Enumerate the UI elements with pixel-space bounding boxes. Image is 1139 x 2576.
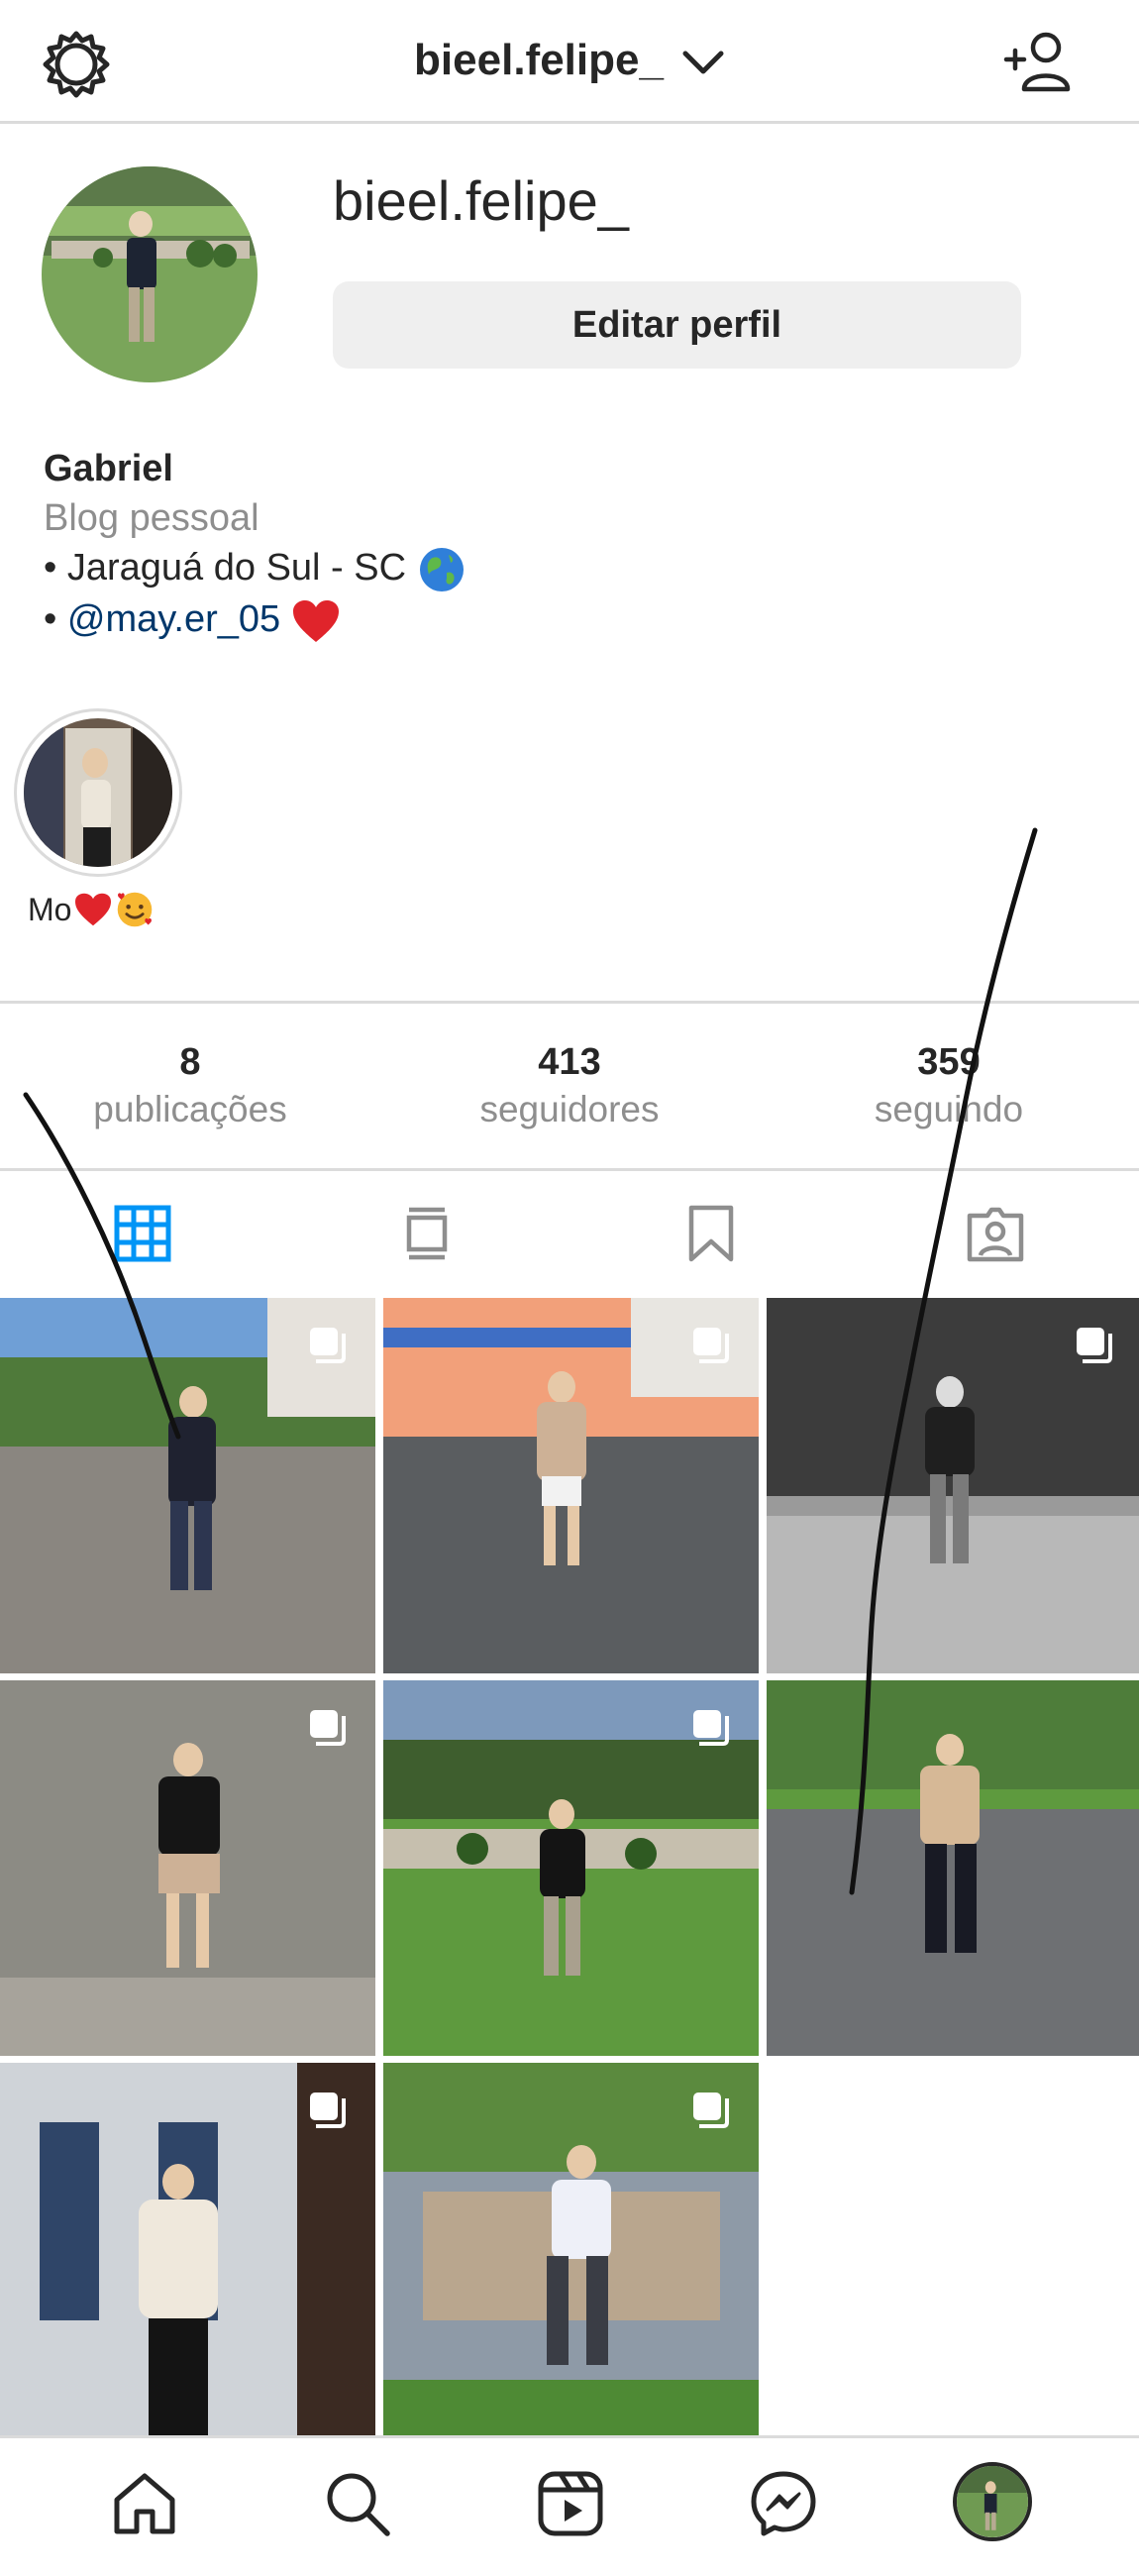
profile-avatar-tab[interactable]: [953, 2462, 1032, 2541]
story-highlight-label: Mo: [28, 890, 155, 929]
multi-photo-icon: [693, 1328, 729, 1363]
post-thumbnail-7[interactable]: [0, 2063, 375, 2438]
stat-followers[interactable]: 413 seguidores: [421, 1039, 718, 1134]
post-thumbnail-4[interactable]: [0, 1680, 375, 2056]
profile-tabs: [0, 1171, 1139, 1296]
post-thumbnail-5[interactable]: [383, 1680, 759, 2056]
bio: Gabriel Blog pessoal • Jaraguá do Sul - …: [44, 444, 1113, 644]
profile-avatar[interactable]: [42, 166, 258, 382]
bottom-navigation: [0, 2435, 1139, 2576]
multi-photo-icon: [310, 1328, 346, 1363]
search-icon[interactable]: [322, 2468, 393, 2539]
stat-following[interactable]: 359 seguindo: [800, 1039, 1097, 1134]
home-icon[interactable]: [109, 2468, 180, 2539]
globe-icon: [417, 545, 466, 594]
bio-location: • Jaraguá do Sul - SC: [44, 547, 407, 589]
stat-posts-label: publicações: [93, 1089, 287, 1129]
post-thumbnail-3[interactable]: [767, 1298, 1139, 1673]
highlight-label-text: Mo: [28, 891, 72, 927]
account-switcher[interactable]: bieel.felipe_: [0, 0, 1139, 121]
tagged-icon[interactable]: [966, 1204, 1025, 1263]
chevron-down-icon[interactable]: [681, 48, 725, 77]
profile-stats: 8 publicações 413 seguidores 359 seguind…: [0, 1001, 1139, 1171]
tab-saved[interactable]: [569, 1171, 853, 1296]
stat-followers-count: 413: [538, 1041, 601, 1083]
feed-icon[interactable]: [397, 1204, 457, 1263]
bio-name: Gabriel: [44, 448, 173, 489]
bio-location-line: • Jaraguá do Sul - SC: [44, 543, 1113, 594]
multi-photo-icon: [310, 2093, 346, 2128]
grid-icon[interactable]: [113, 1204, 172, 1263]
stat-following-label: seguindo: [874, 1089, 1024, 1129]
multi-photo-icon: [1077, 1328, 1112, 1363]
post-thumbnail-6[interactable]: [767, 1680, 1139, 2056]
multi-photo-icon: [693, 1710, 729, 1746]
add-user-icon[interactable]: [1002, 30, 1074, 93]
multi-photo-icon: [310, 1710, 346, 1746]
tab-grid[interactable]: [0, 1171, 284, 1296]
stat-following-count: 359: [917, 1041, 981, 1083]
heart-icon: [291, 598, 341, 644]
edit-profile-button[interactable]: Editar perfil: [333, 281, 1021, 369]
stat-posts-count: 8: [179, 1041, 201, 1083]
messenger-icon[interactable]: [748, 2468, 819, 2539]
multi-photo-icon: [693, 2093, 729, 2128]
stat-followers-label: seguidores: [479, 1089, 660, 1129]
post-thumbnail-2[interactable]: [383, 1298, 759, 1673]
bio-category: Blog pessoal: [44, 497, 259, 539]
smiling-face-hearts-icon: [118, 892, 153, 927]
reels-icon[interactable]: [535, 2468, 606, 2539]
post-thumbnail-1[interactable]: [0, 1298, 375, 1673]
bio-mention-link[interactable]: @may.er_05: [67, 598, 280, 640]
profile-username: bieel.felipe_: [333, 169, 629, 232]
post-thumbnail-8[interactable]: [383, 2063, 759, 2438]
username-header[interactable]: bieel.felipe_: [414, 36, 664, 85]
bio-link-line: • @may.er_05: [44, 594, 1113, 644]
tab-tagged[interactable]: [853, 1171, 1137, 1296]
bullet: •: [44, 597, 57, 640]
stat-posts[interactable]: 8 publicações: [42, 1039, 339, 1134]
bookmark-icon[interactable]: [681, 1204, 741, 1263]
tab-feed[interactable]: [284, 1171, 569, 1296]
heart-icon: [75, 893, 112, 926]
story-highlight-cover[interactable]: [24, 718, 172, 867]
